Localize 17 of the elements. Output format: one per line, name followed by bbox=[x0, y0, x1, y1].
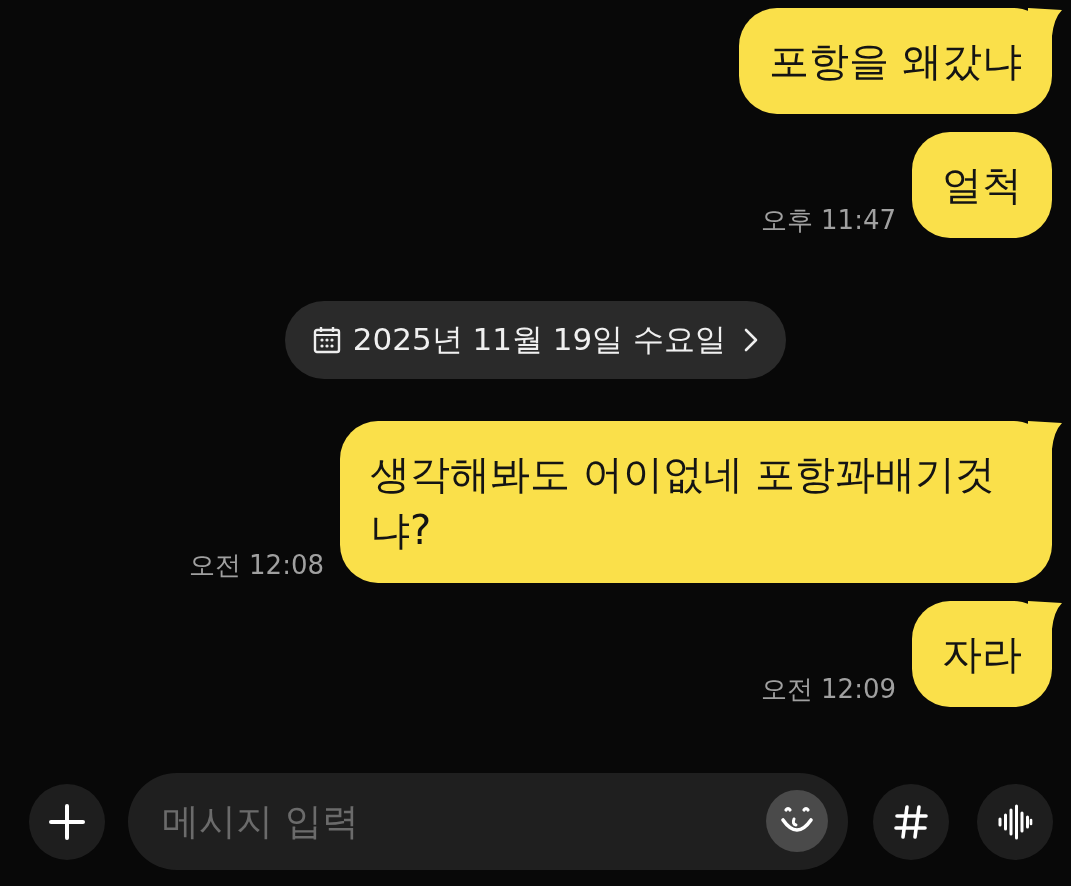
message-bubble: 생각해봐도 어이없네 포항꽈배기것냐? bbox=[340, 421, 1052, 583]
message-bubble: 자라 bbox=[912, 601, 1052, 707]
message-time: 오전 12:09 bbox=[760, 673, 896, 705]
plus-icon bbox=[49, 803, 85, 840]
message-input-field[interactable]: 메시지 입력 bbox=[128, 773, 848, 870]
hash-icon bbox=[893, 803, 929, 840]
waveform-icon bbox=[997, 803, 1033, 840]
message-bubble: 얼척 bbox=[912, 132, 1052, 238]
message-bubble: 포항을 왜갔냐 bbox=[739, 8, 1052, 114]
bubble-tail bbox=[1028, 421, 1062, 461]
calendar-icon bbox=[312, 326, 341, 354]
chevron-right-icon bbox=[744, 328, 759, 352]
message-time: 오전 12:08 bbox=[188, 549, 324, 581]
message-time: 오후 11:47 bbox=[760, 204, 896, 236]
bubble-tail bbox=[1028, 8, 1062, 48]
bubble-tail bbox=[1028, 601, 1062, 641]
date-divider-button[interactable]: 2025년 11월 19일 수요일 bbox=[284, 301, 787, 379]
